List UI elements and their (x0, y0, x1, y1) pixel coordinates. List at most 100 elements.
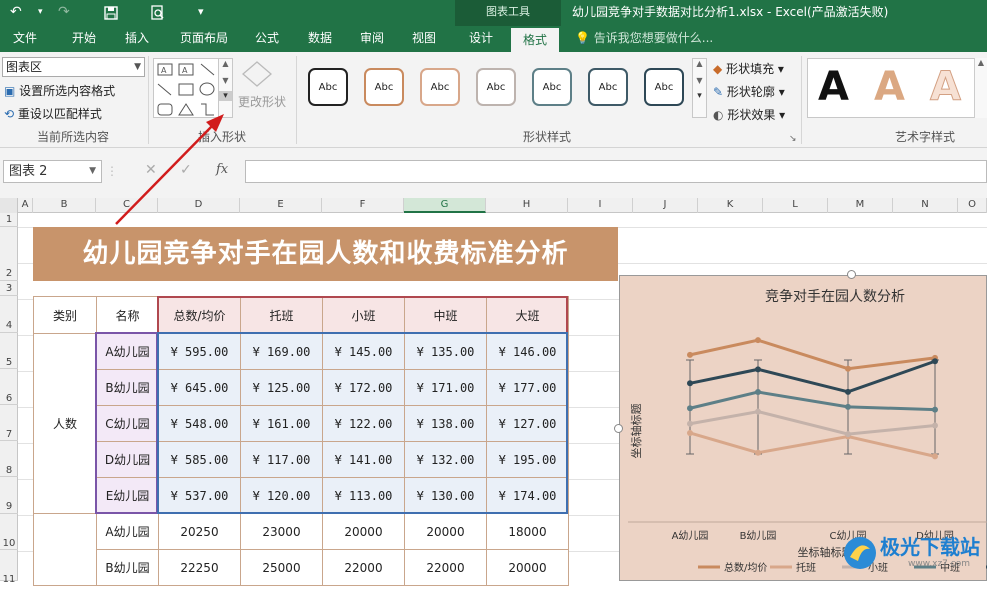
row-header[interactable]: 11 (0, 550, 18, 585)
value-cell[interactable]: 22000 (322, 549, 405, 586)
column-header[interactable]: H (486, 198, 568, 213)
category-cell[interactable]: 人数 (33, 333, 97, 514)
tab-review[interactable]: 审阅 (350, 26, 394, 52)
row-header[interactable]: 1 (0, 213, 18, 227)
scroll-up-icon[interactable]: ▲ (693, 59, 706, 68)
column-header[interactable]: L (763, 198, 828, 213)
x-tick-label[interactable]: B幼儿园 (740, 529, 777, 542)
tell-me-box[interactable]: 💡 告诉我您想要做什么... (575, 26, 713, 52)
chart-element-dropdown[interactable]: 图表区 ▼ (2, 57, 145, 77)
row-header[interactable]: 3 (0, 281, 18, 296)
value-cell[interactable]: 20250 (158, 513, 241, 550)
column-header[interactable]: K (698, 198, 763, 213)
tab-view[interactable]: 视图 (402, 26, 446, 52)
sheet-banner-title[interactable]: 幼儿园竞争对手在园人数和收费标准分析 (33, 227, 618, 281)
chevron-down-icon[interactable]: ▼ (89, 161, 96, 182)
scroll-down-icon[interactable]: ▼ (693, 76, 706, 85)
value-cell[interactable]: 20000 (404, 513, 487, 550)
value-cell[interactable]: 20000 (486, 549, 569, 586)
scroll-down-icon[interactable]: ▼ (219, 76, 232, 85)
value-cell[interactable]: 20000 (322, 513, 405, 550)
tab-file[interactable]: 文件 (0, 26, 50, 52)
name-cell[interactable]: B幼儿园 (96, 549, 159, 586)
redo-icon[interactable]: ↷ (58, 0, 70, 26)
tab-formulas[interactable]: 公式 (245, 26, 289, 52)
row-header[interactable]: 4 (0, 296, 18, 333)
shape-styles-scroll[interactable]: ▲ ▼ ▾ (692, 58, 707, 118)
column-header[interactable]: J (633, 198, 698, 213)
data-point[interactable] (755, 449, 761, 456)
row-header[interactable]: 2 (0, 227, 18, 281)
shape-style-preset[interactable]: Abc (364, 68, 404, 106)
value-cell[interactable]: 18000 (486, 513, 569, 550)
column-header[interactable]: M (828, 198, 893, 213)
tab-data[interactable]: 数据 (298, 26, 342, 52)
row-header[interactable]: 8 (0, 441, 18, 477)
shape-style-preset[interactable]: Abc (532, 68, 572, 106)
series-line[interactable] (689, 338, 936, 371)
row-header[interactable]: 7 (0, 405, 18, 441)
formula-input[interactable] (245, 160, 987, 183)
value-cell[interactable]: 23000 (240, 513, 323, 550)
row-header[interactable]: 5 (0, 333, 18, 369)
print-preview-icon[interactable] (150, 0, 165, 26)
data-point[interactable] (845, 388, 851, 395)
data-point[interactable] (687, 429, 693, 436)
column-header[interactable]: F (322, 198, 404, 213)
data-point[interactable] (687, 420, 693, 427)
tab-insert[interactable]: 插入 (115, 26, 159, 52)
data-point[interactable] (845, 403, 851, 410)
shape-fill-button[interactable]: ◆ 形状填充 ▾ (713, 60, 784, 77)
data-point[interactable] (932, 453, 938, 460)
row-header[interactable]: 9 (0, 477, 18, 514)
value-cell[interactable]: 25000 (240, 549, 323, 586)
series-line[interactable] (689, 359, 936, 394)
data-point[interactable] (845, 431, 851, 438)
data-point[interactable] (755, 337, 761, 344)
column-header[interactable]: N (893, 198, 958, 213)
change-shape-button[interactable]: 更改形状 (238, 93, 286, 110)
column-header[interactable]: E (240, 198, 322, 213)
chart-resize-handle[interactable] (614, 424, 623, 433)
x-tick-label[interactable]: A幼儿园 (672, 529, 709, 542)
series-line[interactable] (689, 431, 936, 458)
tab-design[interactable]: 设计 (458, 26, 504, 52)
scroll-up-icon[interactable]: ▲ (219, 59, 232, 68)
column-header[interactable]: G (404, 198, 486, 213)
dialog-launcher-icon[interactable]: ↘ (789, 134, 797, 144)
series-line[interactable] (689, 390, 936, 412)
name-box[interactable]: 图表 2 ▼ (3, 160, 102, 183)
data-point[interactable] (755, 366, 761, 373)
wordart-scroll[interactable]: ▲ (974, 58, 987, 118)
row-header[interactable]: 10 (0, 514, 18, 550)
wordart-style-outline[interactable]: A (930, 64, 962, 111)
header-cell[interactable]: 名称 (96, 296, 159, 334)
column-header[interactable]: B (33, 198, 96, 213)
shape-effects-button[interactable]: ◐ 形状效果 ▾ (713, 106, 785, 123)
tab-format[interactable]: 格式 (511, 26, 559, 52)
data-point[interactable] (932, 422, 938, 429)
customize-qat-icon[interactable]: ▾ (198, 0, 204, 26)
shape-style-preset[interactable]: Abc (420, 68, 460, 106)
data-point[interactable] (932, 406, 938, 413)
header-cell[interactable]: 类别 (33, 296, 97, 334)
column-header[interactable]: I (568, 198, 633, 213)
data-point[interactable] (687, 405, 693, 412)
select-all-button[interactable] (0, 198, 18, 213)
row-header[interactable]: 6 (0, 369, 18, 405)
shape-style-preset[interactable]: Abc (476, 68, 516, 106)
chart-resize-handle[interactable] (847, 270, 856, 279)
shape-style-preset[interactable]: Abc (308, 68, 348, 106)
data-point[interactable] (755, 408, 761, 415)
data-point[interactable] (932, 358, 938, 365)
undo-dropdown-icon[interactable]: ▾ (38, 0, 43, 26)
name-cell[interactable]: A幼儿园 (96, 513, 159, 550)
value-cell[interactable]: 22000 (404, 549, 487, 586)
data-point[interactable] (687, 351, 693, 358)
data-point[interactable] (687, 380, 693, 387)
column-header[interactable]: O (958, 198, 987, 213)
value-cell[interactable]: 22250 (158, 549, 241, 586)
y-axis-title[interactable]: 坐标轴标题 (629, 404, 643, 459)
data-point[interactable] (755, 389, 761, 396)
shape-outline-button[interactable]: ✎ 形状轮廓 ▾ (713, 83, 785, 100)
